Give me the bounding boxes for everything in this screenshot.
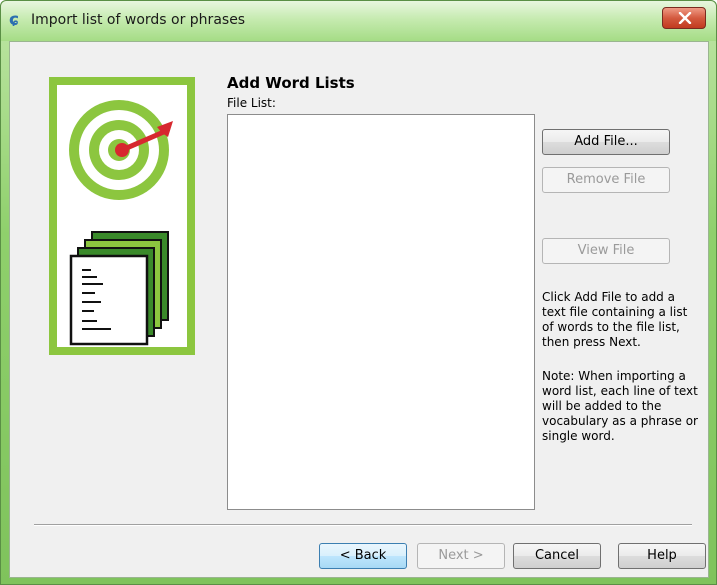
remove-file-button[interactable]: Remove File [542, 167, 670, 193]
window-title: Import list of words or phrases [31, 12, 246, 28]
note-text: Note: When importing a word list, each l… [542, 369, 698, 443]
next-button[interactable]: Next > [417, 543, 505, 569]
back-button[interactable]: < Back [319, 543, 407, 569]
view-file-button[interactable]: View File [542, 238, 670, 264]
close-button[interactable] [662, 7, 706, 29]
file-list[interactable] [227, 114, 535, 510]
wizard-illustration [49, 77, 195, 355]
footer-divider [34, 524, 692, 526]
dialog-content: Add Word Lists File List: Add File... Re… [9, 41, 709, 578]
instructions-text: Click Add File to add a text file contai… [542, 290, 688, 349]
close-icon [678, 12, 692, 24]
file-list-label: File List: [227, 96, 276, 110]
cancel-button[interactable]: Cancel [513, 543, 601, 569]
dialog-window: ɕ Import list of words or phrases Add Wo… [0, 0, 717, 585]
add-file-button[interactable]: Add File... [542, 129, 670, 155]
page-heading: Add Word Lists [227, 74, 355, 92]
app-icon: ɕ [9, 10, 20, 30]
title-bar[interactable]: ɕ Import list of words or phrases [1, 1, 716, 41]
help-button[interactable]: Help [618, 543, 706, 569]
documents-icon [69, 231, 169, 346]
